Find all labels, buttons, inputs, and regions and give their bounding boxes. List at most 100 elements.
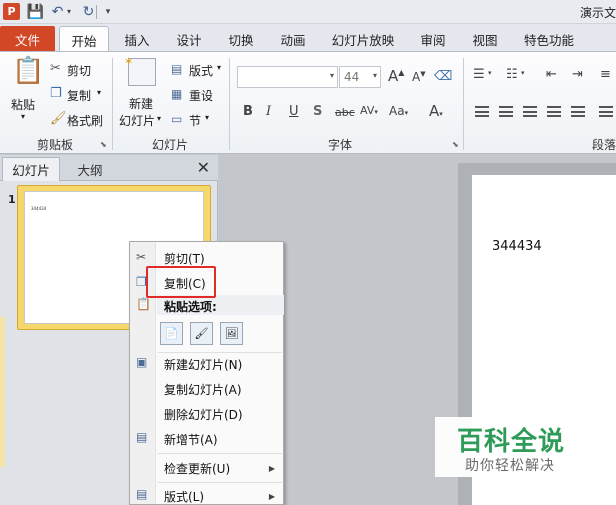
tab-animations[interactable]: 动画 (274, 26, 312, 52)
panel-tabs: 幻灯片 大纲 ✕ (0, 155, 218, 181)
scissors-icon[interactable]: ✂ (50, 62, 61, 75)
watermark-title: 百科全说 (457, 427, 566, 457)
shrink-font-button[interactable]: A▼ (412, 70, 426, 84)
strikethrough-button[interactable]: abc (335, 107, 355, 118)
numbering-icon[interactable]: ☷ (506, 68, 518, 81)
columns-icon[interactable] (599, 106, 613, 117)
slide-text[interactable]: 344434 (492, 239, 542, 254)
layout-icon: ▤ (136, 487, 148, 501)
redo-icon[interactable]: ↻ (80, 3, 97, 20)
font-size-dropdown-icon[interactable]: ▾ (373, 71, 377, 80)
save-icon[interactable]: 💾 (27, 3, 44, 20)
reset-button[interactable]: 重设 (189, 87, 213, 104)
copy-button[interactable]: 复制 (67, 87, 91, 104)
section-dropdown-icon[interactable]: ▾ (205, 113, 209, 122)
paste-keep-theme-icon[interactable]: 📄 (160, 322, 183, 345)
tab-home[interactable]: 开始 (59, 26, 109, 53)
decrease-indent-icon[interactable]: ⇤ (546, 68, 557, 81)
new-slide-dropdown-icon[interactable]: ▾ (157, 114, 161, 123)
cut-button[interactable]: 剪切 (67, 62, 91, 79)
italic-button[interactable]: I (266, 105, 271, 118)
copy-icon[interactable]: ❐ (50, 87, 62, 100)
tab-design[interactable]: 设计 (170, 26, 208, 52)
font-name-box[interactable]: ▾ (237, 66, 338, 88)
tab-slides[interactable]: 幻灯片 (2, 157, 60, 181)
powerpoint-app-icon[interactable]: P (3, 3, 20, 20)
menu-item-layout[interactable]: 版式(L) (164, 488, 204, 505)
tab-special-features[interactable]: 特色功能 (518, 26, 580, 52)
paste-keep-source-icon[interactable]: 🖌 (190, 322, 213, 345)
font-group-label: 字体 (327, 138, 352, 152)
menu-divider (158, 482, 282, 483)
close-panel-icon[interactable]: ✕ (197, 158, 210, 177)
new-slide-icon: ▣ (136, 355, 148, 369)
increase-indent-icon[interactable]: ⇥ (572, 68, 583, 81)
font-size-box[interactable]: 44 ▾ (339, 66, 381, 88)
menu-item-new-slide[interactable]: 新建幻灯片(N) (164, 356, 242, 373)
shadow-button[interactable]: S (313, 105, 322, 118)
menu-item-delete-slide[interactable]: 删除幻灯片(D) (164, 406, 243, 423)
section-icon[interactable]: ▭ (171, 113, 182, 125)
group-divider (112, 58, 113, 150)
paste-button[interactable]: 粘贴 (11, 96, 35, 113)
character-spacing-button[interactable]: AV▾ (360, 105, 378, 116)
section-button[interactable]: 节 (189, 112, 201, 129)
numbering-dropdown-icon[interactable]: ▾ (521, 70, 525, 77)
copy-dropdown-icon[interactable]: ▾ (97, 88, 101, 97)
paste-icon[interactable]: 📋 (12, 58, 44, 84)
tab-view[interactable]: 视图 (466, 26, 504, 52)
paragraph-group-label: 段落 (592, 138, 616, 152)
align-right-icon[interactable] (523, 106, 537, 117)
paste-dropdown-icon[interactable]: ▾ (21, 112, 25, 121)
layout-button[interactable]: 版式 (189, 62, 213, 79)
line-spacing-icon[interactable]: ≡ (600, 68, 611, 81)
change-case-button[interactable]: Aa▾ (389, 105, 408, 117)
tab-outline[interactable]: 大纲 (64, 157, 116, 181)
submenu-arrow-icon: ▶ (268, 464, 275, 473)
bullets-icon[interactable]: ☰ (473, 68, 485, 81)
tab-transitions[interactable]: 切换 (222, 26, 260, 52)
clear-format-icon[interactable]: ⌫ (434, 70, 452, 83)
title-bar: P 💾 ↶ ▾ ↻ ▾ 演示文 (0, 0, 616, 24)
bold-button[interactable]: B (243, 105, 253, 118)
clipboard-launcher-icon[interactable]: ⬊ (100, 140, 107, 149)
submenu-arrow-icon: ▶ (268, 492, 275, 501)
slides-group-label: 幻灯片 (151, 138, 188, 152)
shrink-font-icon: A (412, 70, 421, 84)
menu-item-check-updates[interactable]: 检查更新(U) (164, 460, 230, 477)
align-center-icon[interactable] (499, 106, 513, 117)
font-launcher-icon[interactable]: ⬊ (452, 140, 459, 149)
font-name-dropdown-icon[interactable]: ▾ (330, 71, 334, 80)
format-painter-button[interactable]: 格式刷 (67, 112, 103, 129)
tab-file[interactable]: 文件 (0, 26, 55, 52)
align-left-icon[interactable] (475, 106, 489, 117)
distributed-icon[interactable] (571, 106, 585, 117)
undo-dropdown-icon[interactable]: ▾ (64, 3, 74, 20)
menu-item-cut[interactable]: 剪切(T) (164, 250, 205, 267)
tab-review[interactable]: 审阅 (414, 26, 452, 52)
paste-as-picture-icon[interactable]: 🖼 (220, 322, 243, 345)
menu-item-duplicate-slide[interactable]: 复制幻灯片(A) (164, 381, 242, 398)
bullets-dropdown-icon[interactable]: ▾ (488, 70, 492, 77)
clipboard-group-label: 剪贴板 (36, 138, 73, 152)
justify-icon[interactable] (547, 106, 561, 117)
watermark: 百科全说 助你轻松解决 (435, 417, 616, 477)
new-slide-label[interactable]: 幻灯片 (119, 112, 155, 129)
tab-insert[interactable]: 插入 (118, 26, 156, 52)
layout-dropdown-icon[interactable]: ▾ (217, 63, 221, 72)
watermark-subtitle: 助你轻松解决 (465, 458, 555, 474)
grow-font-button[interactable]: A▲ (388, 69, 404, 84)
paste-options-header: 粘贴选项: (164, 300, 217, 314)
group-divider (229, 58, 230, 150)
font-color-button[interactable]: A▾ (429, 104, 443, 119)
menu-divider (158, 453, 282, 454)
format-painter-icon[interactable]: 🖌 (50, 112, 67, 125)
new-slide-button[interactable]: 新建 (129, 95, 153, 112)
reset-icon[interactable]: ▦ (171, 88, 182, 100)
layout-icon[interactable]: ▤ (171, 63, 182, 75)
menu-item-add-section[interactable]: 新增节(A) (164, 431, 218, 448)
customize-quick-access-icon[interactable]: ▾ (102, 3, 114, 20)
underline-button[interactable]: U (289, 105, 299, 118)
scissors-icon: ✂ (136, 250, 147, 264)
tab-slideshow[interactable]: 幻灯片放映 (326, 26, 400, 52)
